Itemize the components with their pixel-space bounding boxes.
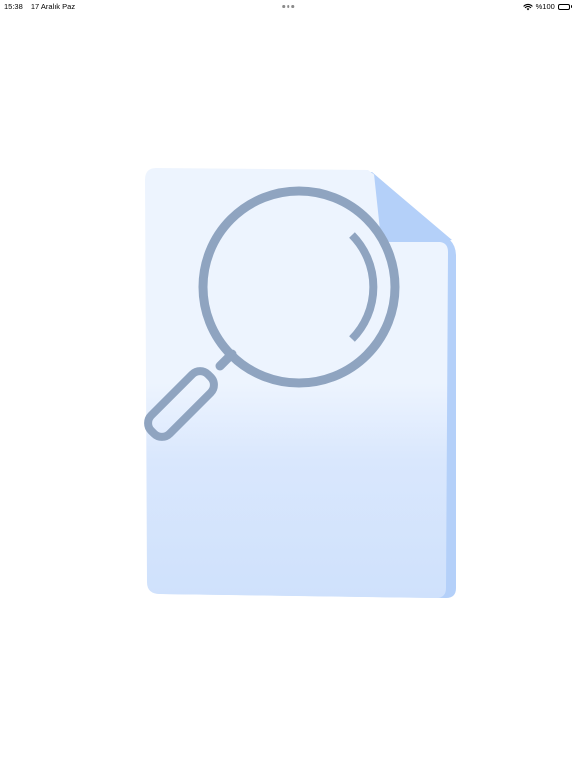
document-fold [374,174,452,242]
document-search-illustration [144,168,456,598]
